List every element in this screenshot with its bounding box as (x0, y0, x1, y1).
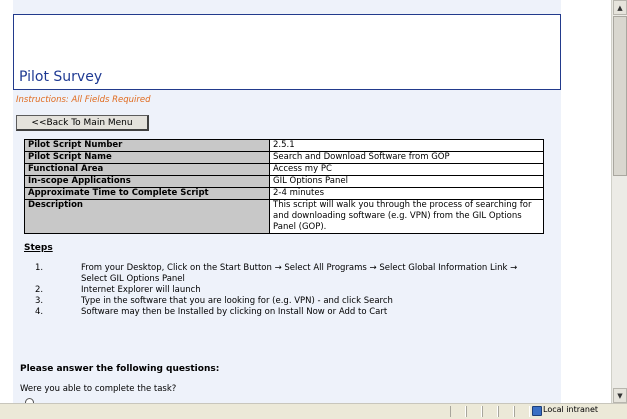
table-row: Pilot Script Number 2.5.1 (24, 139, 544, 152)
status-segment (498, 406, 514, 417)
list-item: 4. Software may then be Installed by cli… (13, 307, 561, 318)
question-text: Were you able to complete the task? (20, 384, 177, 394)
step-number: 3. (35, 296, 44, 306)
status-bar: Local intranet (0, 403, 627, 419)
info-label: Pilot Script Number (24, 139, 270, 152)
info-label: Approximate Time to Complete Script (24, 187, 270, 200)
page-header: Pilot Survey (13, 14, 561, 90)
chevron-up-icon: ▲ (617, 3, 623, 12)
step-number: 2. (35, 285, 44, 295)
info-value: This script will walk you through the pr… (269, 199, 544, 234)
chevron-down-icon: ▼ (617, 391, 623, 400)
step-text: Internet Explorer will launch (81, 285, 201, 295)
list-item: 3. Type in the software that you are loo… (13, 296, 561, 307)
step-text: Type in the software that you are lookin… (81, 296, 393, 306)
instructions-text: Instructions: All Fields Required (16, 95, 151, 105)
status-segment (482, 406, 498, 417)
info-label: Pilot Script Name (24, 151, 270, 164)
table-row: Pilot Script Name Search and Download So… (24, 151, 544, 164)
page-title: Pilot Survey (19, 69, 103, 85)
status-segment (514, 406, 530, 417)
table-row: Description This script will walk you th… (24, 199, 544, 234)
steps-heading: Steps (24, 243, 53, 253)
table-row: In-scope Applications GIL Options Panel (24, 175, 544, 188)
step-number: 1. (35, 263, 44, 273)
step-text: Software may then be Installed by clicki… (81, 307, 388, 317)
scroll-down-button[interactable]: ▼ (613, 388, 627, 403)
scrollbar-thumb[interactable] (613, 16, 627, 176)
browser-viewport: Pilot Survey Instructions: All Fields Re… (0, 0, 611, 403)
info-label: Description (24, 199, 270, 234)
info-value: 2.5.1 (269, 139, 544, 152)
steps-list: 1. From your Desktop, Click on the Start… (13, 263, 561, 318)
info-label: Functional Area (24, 163, 270, 176)
list-item: 1. From your Desktop, Click on the Start… (13, 263, 561, 285)
info-label: In-scope Applications (24, 175, 270, 188)
script-info-table: Pilot Script Number 2.5.1 Pilot Script N… (24, 139, 544, 234)
info-value: Search and Download Software from GOP (269, 151, 544, 164)
security-zone-label: Local intranet (543, 405, 599, 414)
list-item: 2. Internet Explorer will launch (13, 285, 561, 296)
status-segment (450, 406, 466, 417)
table-row: Functional Area Access my PC (24, 163, 544, 176)
step-text: From your Desktop, Click on the Start Bu… (81, 263, 518, 284)
info-value: 2-4 minutes (269, 187, 544, 200)
survey-page: Pilot Survey Instructions: All Fields Re… (13, 0, 561, 403)
vertical-scrollbar[interactable]: ▲ ▼ (611, 0, 627, 403)
step-number: 4. (35, 307, 44, 317)
intranet-zone-icon (532, 406, 542, 416)
questions-heading: Please answer the following questions: (20, 364, 220, 374)
info-value: Access my PC (269, 163, 544, 176)
table-row: Approximate Time to Complete Script 2-4 … (24, 187, 544, 200)
scroll-up-button[interactable]: ▲ (613, 0, 627, 15)
info-value: GIL Options Panel (269, 175, 544, 188)
back-to-main-menu-button[interactable]: <<Back To Main Menu (16, 115, 149, 131)
status-segment (466, 406, 482, 417)
